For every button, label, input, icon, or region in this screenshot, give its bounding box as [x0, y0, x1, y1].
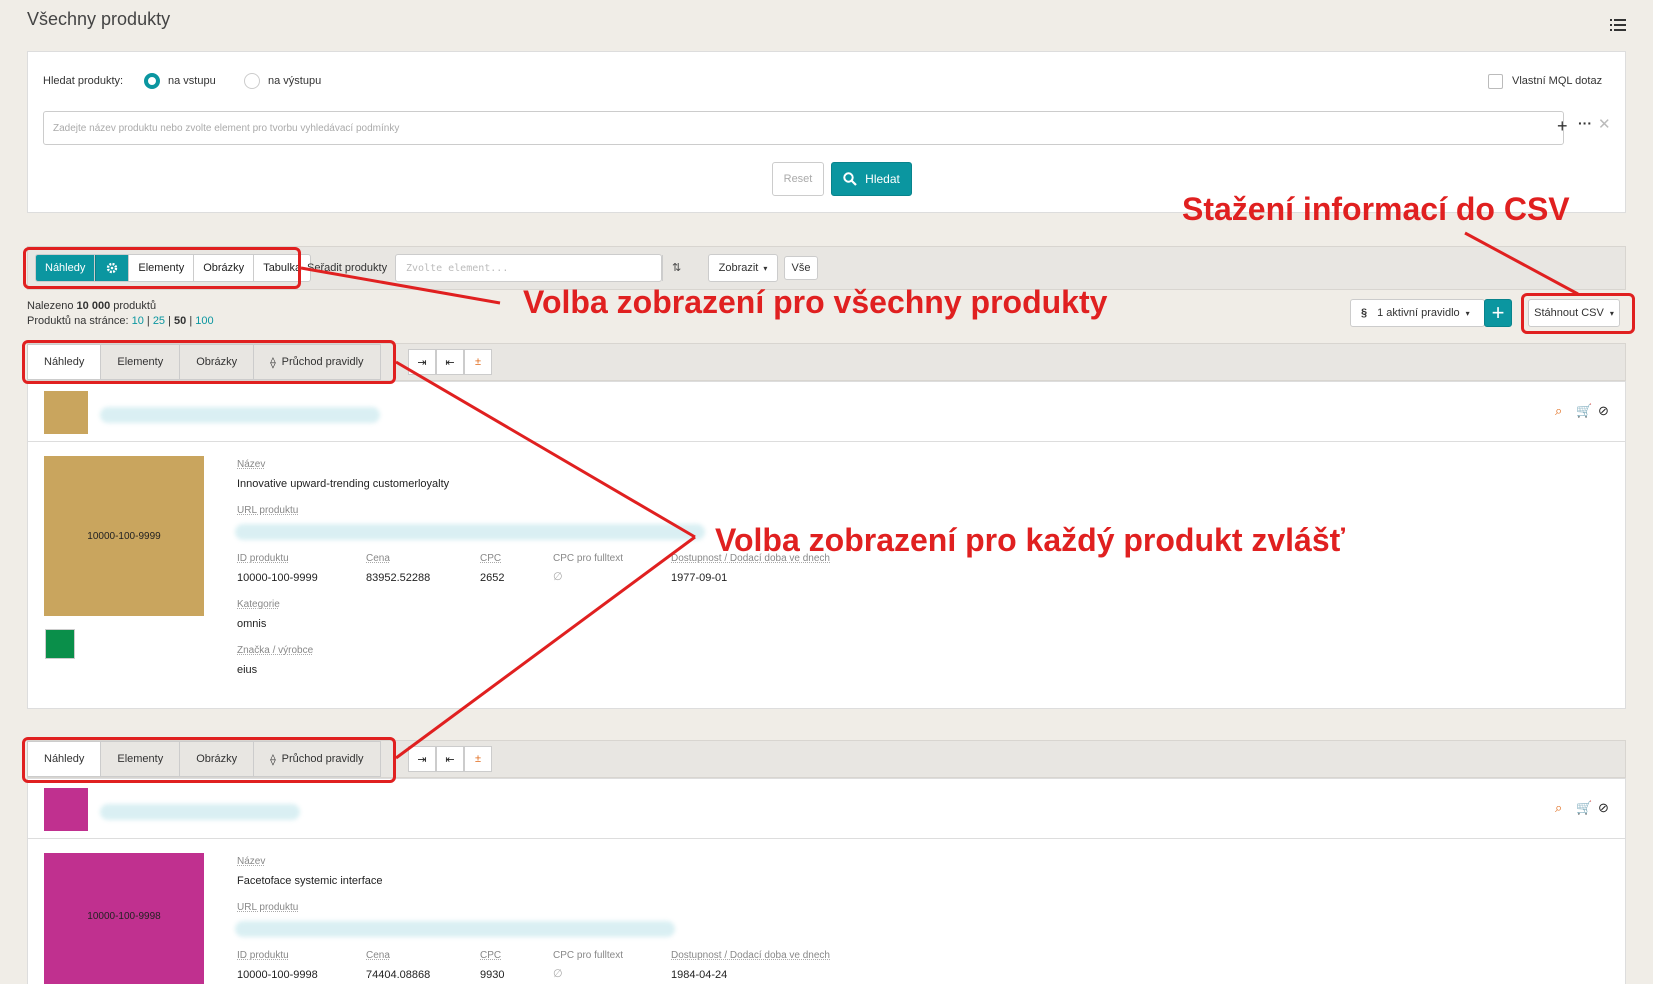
annotation-lines [300, 231, 1579, 760]
annotation-all-products: Volba zobrazení pro všechny produkty [523, 284, 1108, 320]
annotation-each-product: Volba zobrazení pro každý produkt zvlášť [715, 522, 1345, 558]
annotation-csv: Stažení informací do CSV [1182, 191, 1570, 227]
